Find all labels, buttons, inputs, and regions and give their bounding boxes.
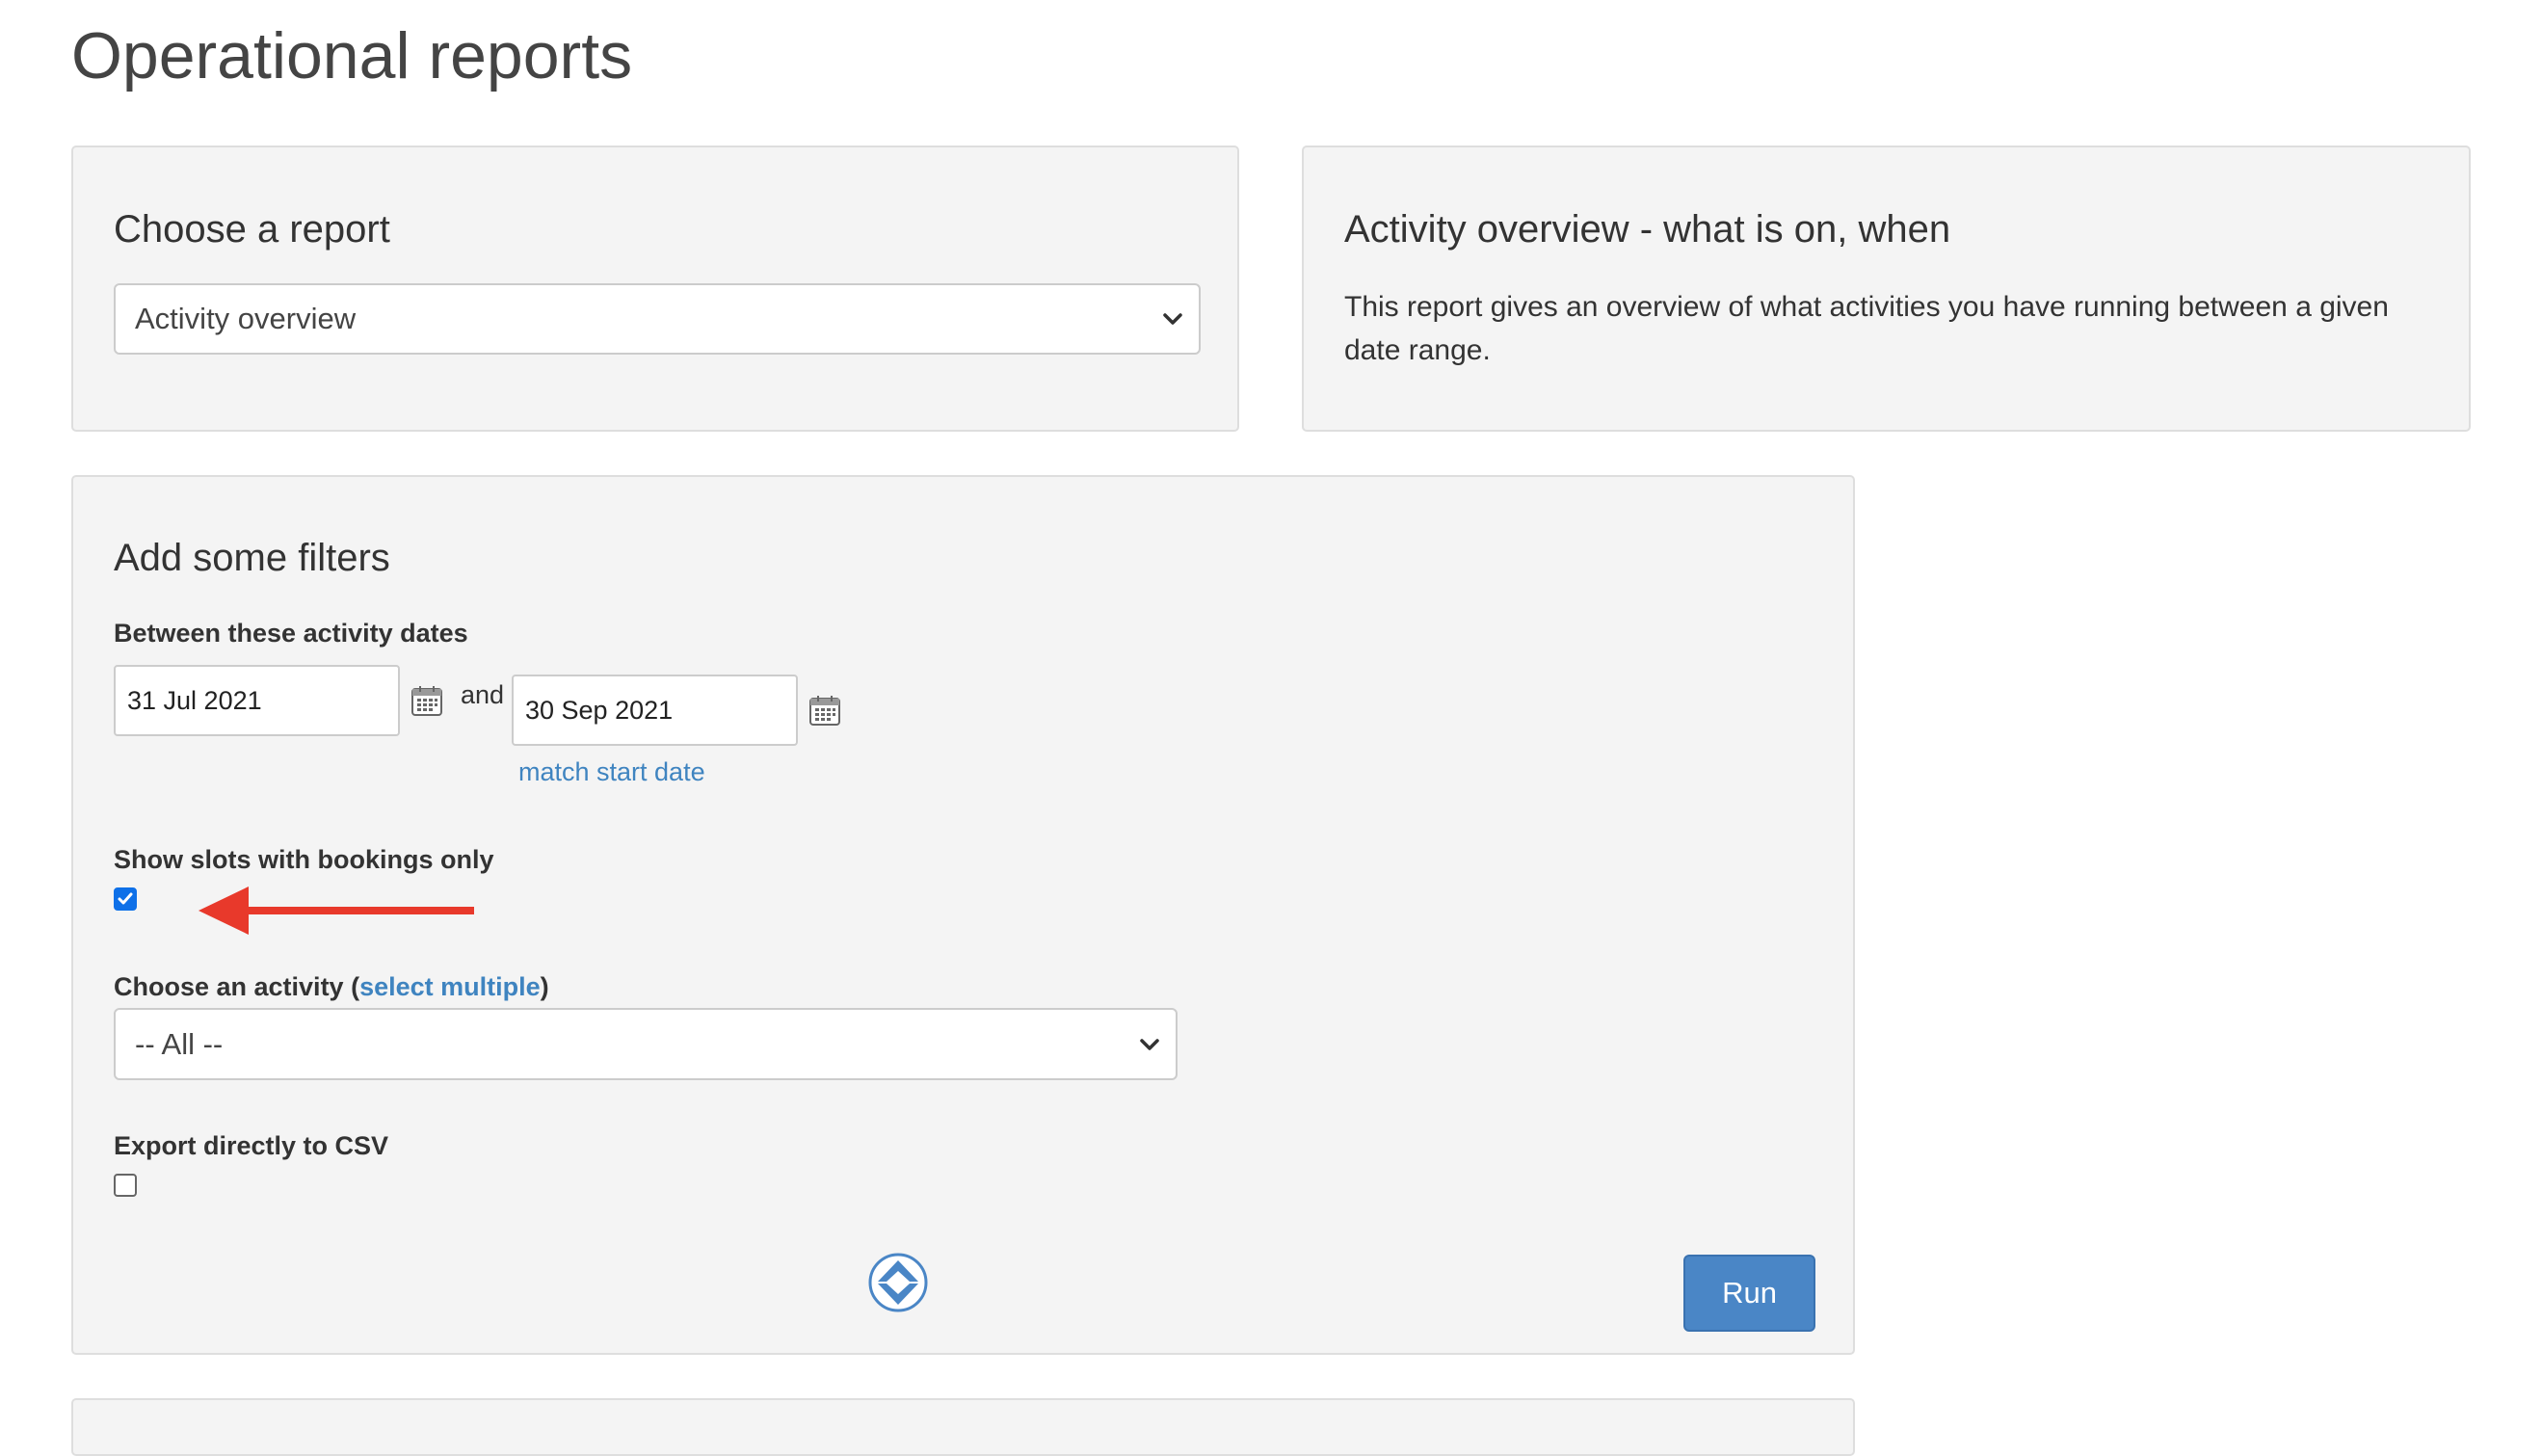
run-button[interactable]: Run [1683, 1255, 1815, 1332]
results-panel [71, 1398, 1855, 1456]
report-description-heading: Activity overview - what is on, when [1344, 208, 1951, 251]
choose-report-heading: Choose a report [114, 208, 390, 251]
report-description-panel: Activity overview - what is on, when Thi… [1302, 146, 2471, 432]
filters-heading: Add some filters [114, 537, 390, 579]
end-date-input[interactable]: 30 Sep 2021 [512, 675, 798, 746]
filters-panel: Add some filters Between these activity … [71, 475, 1855, 1355]
select-multiple-link[interactable]: select multiple [359, 972, 541, 1001]
activity-label: Choose an activity (select multiple) [114, 971, 549, 1002]
start-date-value: 31 Jul 2021 [127, 685, 262, 715]
activity-select[interactable]: -- All -- [114, 1008, 1178, 1080]
activity-dates-label: Between these activity dates [114, 619, 468, 648]
match-start-date-link[interactable]: match start date [518, 757, 705, 787]
start-date-input[interactable]: 31 Jul 2021 [114, 665, 400, 736]
page-title: Operational reports [71, 19, 633, 93]
chevron-down-icon [1163, 313, 1182, 325]
arrow-left-icon [199, 887, 474, 935]
calendar-icon[interactable] [808, 694, 841, 727]
csv-checkbox[interactable] [114, 1174, 137, 1197]
check-icon [118, 892, 133, 905]
report-description-text: This report gives an overview of what ac… [1344, 291, 2389, 366]
and-label: and [461, 680, 505, 709]
chevron-down-icon [1140, 1038, 1159, 1050]
calendar-icon[interactable] [410, 684, 443, 717]
choose-report-panel: Choose a report Activity overview [71, 146, 1239, 432]
activity-select-value: -- All -- [135, 1026, 224, 1061]
report-select-value: Activity overview [135, 302, 357, 335]
expand-collapse-icon[interactable] [867, 1252, 929, 1313]
end-date-value: 30 Sep 2021 [525, 695, 674, 725]
activity-label-suffix: ) [540, 972, 549, 1001]
csv-label: Export directly to CSV [114, 1131, 389, 1160]
activity-label-prefix: Choose an activity ( [114, 972, 360, 1001]
slots-checkbox[interactable] [114, 887, 137, 911]
slots-label: Show slots with bookings only [114, 845, 494, 874]
report-select[interactable]: Activity overview [114, 283, 1201, 355]
